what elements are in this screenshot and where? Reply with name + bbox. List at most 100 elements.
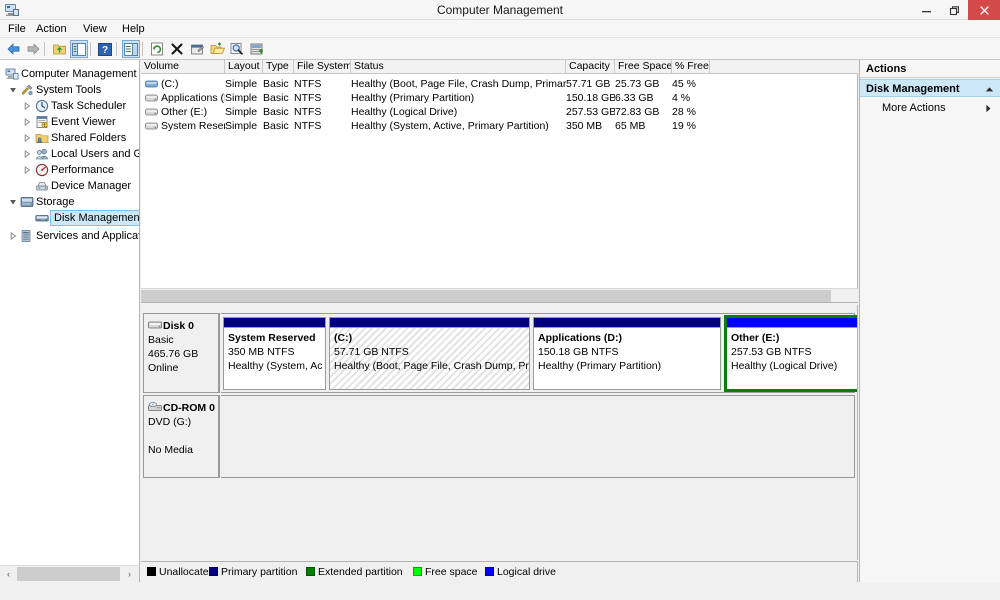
menu-view[interactable]: View xyxy=(77,20,113,38)
column-header-volume[interactable]: Volume xyxy=(141,60,225,73)
back-icon[interactable] xyxy=(4,40,22,58)
computer-icon xyxy=(4,66,20,82)
actions-group-disk-management[interactable]: Disk Management xyxy=(860,79,1000,97)
collapsed-arrow-icon[interactable] xyxy=(22,114,32,130)
partition-body: (C:) 57.71 GB NTFS Healthy (Boot, Page F… xyxy=(330,327,529,389)
cell-file-system: NTFS xyxy=(294,106,322,118)
chevron-up-icon[interactable] xyxy=(985,80,994,98)
legend-swatch-unallocated xyxy=(147,567,156,576)
disk-management-icon xyxy=(34,210,50,226)
table-row[interactable]: System Reserved Simple Basic NTFS Health… xyxy=(141,119,858,133)
partition-status: Healthy (Logical Drive) xyxy=(731,360,838,372)
table-row[interactable]: Other (E:) Simple Basic NTFS Healthy (Lo… xyxy=(141,105,858,119)
show-hide-action-pane-icon[interactable] xyxy=(122,40,140,58)
volume-list[interactable]: Volume Layout Type File System Status Ca… xyxy=(141,60,858,303)
help-icon[interactable]: ? xyxy=(96,40,114,58)
shared-folders-icon xyxy=(34,130,50,146)
partition-body: Other (E:) 257.53 GB NTFS Healthy (Logic… xyxy=(727,327,857,389)
disk-row-cdrom-0[interactable]: CD-ROM 0 DVD (G:) No Media xyxy=(141,395,857,478)
open-folder-icon[interactable] xyxy=(208,40,226,58)
tree-node-label: Shared Folders xyxy=(51,132,127,144)
partition-title: Other (E:) xyxy=(731,332,780,344)
cell-type: Basic xyxy=(263,92,289,104)
column-header-file-system[interactable]: File System xyxy=(294,60,351,73)
menu-file[interactable]: File xyxy=(2,20,32,38)
disk-status-label: Online xyxy=(148,362,179,374)
cell-file-system: NTFS xyxy=(294,92,322,104)
refresh-icon[interactable] xyxy=(148,40,166,58)
expanded-arrow-icon[interactable] xyxy=(8,194,18,210)
collapsed-arrow-icon[interactable] xyxy=(22,162,32,178)
menu-help[interactable]: Help xyxy=(116,20,151,38)
scroll-right-icon[interactable]: › xyxy=(122,566,137,582)
close-button[interactable] xyxy=(968,0,1000,20)
column-header-capacity[interactable]: Capacity xyxy=(566,60,615,73)
partition-other-e[interactable]: Other (E:) 257.53 GB NTFS Healthy (Logic… xyxy=(724,315,857,392)
cell-volume: (C:) xyxy=(161,78,179,90)
tree-node-label: Local Users and Groups xyxy=(51,148,139,160)
partition-size: 350 MB NTFS xyxy=(228,346,295,358)
column-header-free-space[interactable]: Free Space xyxy=(615,60,672,73)
legend-item-free-space: Free space xyxy=(413,566,478,579)
partition-color-bar xyxy=(727,318,857,327)
collapsed-arrow-icon[interactable] xyxy=(22,130,32,146)
cell-capacity: 57.71 GB xyxy=(566,78,611,90)
up-folder-icon[interactable] xyxy=(50,40,68,58)
scrollbar-thumb[interactable] xyxy=(17,567,120,581)
tree-node-label: Storage xyxy=(36,196,75,208)
disk-row-disk-0[interactable]: Disk 0 Basic 465.76 GB Online System Res… xyxy=(141,313,857,393)
console-tree[interactable]: Computer Management (Local System Tools … xyxy=(0,60,140,565)
column-header-layout[interactable]: Layout xyxy=(225,60,263,73)
partition-c[interactable]: (C:) 57.71 GB NTFS Healthy (Boot, Page F… xyxy=(329,317,530,390)
cell-status: Healthy (Boot, Page File, Crash Dump, Pr… xyxy=(351,78,566,90)
partition-size: 57.71 GB NTFS xyxy=(334,346,409,358)
show-hide-console-tree-icon[interactable] xyxy=(70,40,88,58)
volume-list-horizontal-scrollbar[interactable] xyxy=(141,288,858,302)
cell-layout: Simple xyxy=(225,120,258,132)
restore-button[interactable] xyxy=(940,0,968,20)
delete-icon[interactable] xyxy=(168,40,186,58)
partition-applications-d[interactable]: Applications (D:) 150.18 GB NTFS Healthy… xyxy=(533,317,721,390)
table-row[interactable]: Applications (D:) Simple Basic NTFS Heal… xyxy=(141,91,858,105)
drive-icon xyxy=(145,107,158,117)
column-header-percent-free[interactable]: % Free xyxy=(672,60,710,73)
cdrom-name-row: CD-ROM 0 xyxy=(148,401,215,415)
collapsed-arrow-icon[interactable] xyxy=(22,146,32,162)
actions-item-more-actions[interactable]: More Actions xyxy=(860,100,1000,116)
column-header-type[interactable]: Type xyxy=(263,60,294,73)
collapsed-arrow-icon[interactable] xyxy=(22,98,32,114)
table-row[interactable]: (C:) Simple Basic NTFS Healthy (Boot, Pa… xyxy=(141,77,858,91)
cell-percent-free: 28 % xyxy=(672,106,696,118)
collapsed-arrow-icon[interactable] xyxy=(8,228,18,244)
drive-icon-system xyxy=(145,79,158,89)
partition-color-bar xyxy=(330,318,529,327)
actions-pane-title: Actions xyxy=(860,60,1000,78)
chevron-right-icon[interactable] xyxy=(985,100,992,116)
column-header-status[interactable]: Status xyxy=(351,60,566,73)
toolbar-separator xyxy=(90,42,91,56)
cell-capacity: 150.18 GB xyxy=(566,92,615,104)
legend-swatch-logical-drive xyxy=(485,567,494,576)
cell-type: Basic xyxy=(263,106,289,118)
cell-capacity: 257.53 GB xyxy=(566,106,615,118)
menu-action[interactable]: Action xyxy=(30,20,73,38)
services-icon xyxy=(19,228,35,244)
disk-graphical-view[interactable]: Disk 0 Basic 465.76 GB Online System Res… xyxy=(141,305,858,560)
disk-name-label: Disk 0 xyxy=(163,320,194,332)
partition-system-reserved[interactable]: System Reserved 350 MB NTFS Healthy (Sys… xyxy=(223,317,326,390)
scroll-left-icon[interactable]: ‹ xyxy=(1,566,16,582)
minimize-button[interactable] xyxy=(912,0,940,20)
legend-label: Extended partition xyxy=(318,566,403,578)
forward-icon[interactable] xyxy=(24,40,42,58)
tree-horizontal-scrollbar[interactable]: ‹ › xyxy=(0,565,140,582)
cdrom-empty-area xyxy=(221,395,855,478)
scrollbar-thumb[interactable] xyxy=(141,290,831,302)
tree-node-label: Task Scheduler xyxy=(51,100,127,112)
cdrom-info-panel: CD-ROM 0 DVD (G:) No Media xyxy=(143,395,220,478)
actions-item-label: More Actions xyxy=(882,102,946,114)
rescan-disks-icon[interactable] xyxy=(228,40,246,58)
window-title: Computer Management xyxy=(436,3,564,17)
create-vhd-icon[interactable] xyxy=(248,40,266,58)
properties-icon[interactable] xyxy=(188,40,206,58)
expanded-arrow-icon[interactable] xyxy=(8,82,18,98)
